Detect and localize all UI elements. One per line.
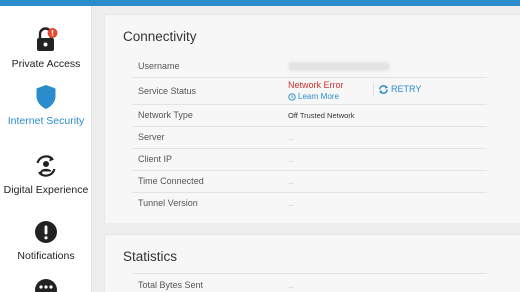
username-row: Username <box>132 56 487 78</box>
total-bytes-sent-label: Total Bytes Sent <box>138 280 204 290</box>
server-label: Server <box>138 132 165 142</box>
sidebar-item-digital-experience[interactable]: Digital Experience <box>0 153 92 196</box>
time-connected-row: Time Connected ... <box>132 171 487 193</box>
exclamation-icon <box>35 221 57 243</box>
sidebar-item-more[interactable] <box>0 278 92 292</box>
tunnel-version-row: Tunnel Version ... <box>132 193 487 215</box>
service-status-row: Service Status Network Error Learn More … <box>132 78 487 105</box>
server-row: Server ... <box>132 127 487 149</box>
tunnel-version-value: ... <box>288 199 295 208</box>
server-value: ... <box>288 133 295 142</box>
statistics-divider <box>132 273 487 274</box>
tunnel-version-label: Tunnel Version <box>138 198 198 208</box>
refresh-icon <box>378 84 389 94</box>
client-ip-value: ... <box>288 155 295 164</box>
time-connected-value: ... <box>288 177 295 186</box>
lock-alert-icon <box>37 27 58 51</box>
sidebar: Private Access Internet Security Digital… <box>0 6 92 292</box>
learn-more-link[interactable]: Learn More <box>288 92 339 101</box>
service-status-label: Service Status <box>138 86 197 96</box>
retry-button[interactable]: RETRY <box>373 82 421 96</box>
client-ip-row: Client IP ... <box>132 149 487 171</box>
username-label: Username <box>138 61 180 71</box>
statistics-title: Statistics <box>123 249 178 264</box>
user-refresh-icon <box>36 155 56 177</box>
clock-icon <box>288 92 296 101</box>
sidebar-item-internet-security[interactable]: Internet Security <box>0 84 92 127</box>
statistics-card: Statistics Total Bytes Sent ... <box>104 234 520 292</box>
network-type-value: Off Trusted Network <box>288 111 355 120</box>
sidebar-item-label: Digital Experience <box>3 184 89 196</box>
sidebar-item-private-access[interactable]: Private Access <box>0 27 92 70</box>
total-bytes-sent-row: Total Bytes Sent ... <box>132 275 487 292</box>
total-bytes-sent-value: ... <box>288 281 295 290</box>
sidebar-item-label: Notifications <box>17 250 75 262</box>
time-connected-label: Time Connected <box>138 176 204 186</box>
main-panel: Connectivity Username Service Status Net… <box>92 6 520 292</box>
learn-more-label: Learn More <box>298 92 339 101</box>
connectivity-title: Connectivity <box>123 29 197 44</box>
sidebar-item-label: Private Access <box>11 58 81 70</box>
network-type-label: Network Type <box>138 110 193 120</box>
status-error-text: Network Error <box>288 80 344 90</box>
connectivity-card: Connectivity Username Service Status Net… <box>104 14 520 223</box>
username-value-redacted <box>288 62 390 71</box>
network-type-row: Network Type Off Trusted Network <box>132 105 487 127</box>
sidebar-item-label: Internet Security <box>7 115 85 127</box>
more-icon <box>35 279 57 292</box>
sidebar-item-notifications[interactable]: Notifications <box>0 219 92 262</box>
client-ip-label: Client IP <box>138 154 173 164</box>
retry-label: RETRY <box>391 84 422 94</box>
shield-icon <box>36 85 56 109</box>
